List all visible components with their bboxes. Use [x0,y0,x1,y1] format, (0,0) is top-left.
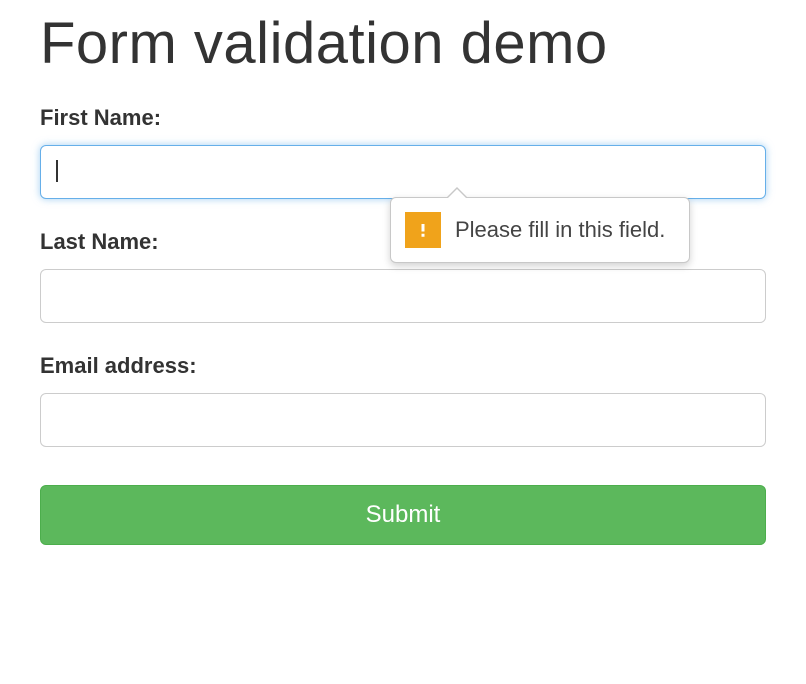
submit-button[interactable]: Submit [40,485,766,545]
email-input[interactable] [40,393,766,447]
form-container: Form validation demo First Name: Please … [0,0,806,585]
warning-icon [405,212,441,248]
validation-tooltip: Please fill in this field. [390,197,690,263]
last-name-input[interactable] [40,269,766,323]
first-name-label: First Name: [40,105,766,131]
first-name-group: First Name: Please fill in this field. [40,105,766,199]
email-label: Email address: [40,353,766,379]
text-caret [56,160,58,182]
page-title: Form validation demo [40,10,766,77]
first-name-input[interactable] [40,145,766,199]
tooltip-message: Please fill in this field. [455,217,665,243]
email-group: Email address: [40,353,766,447]
